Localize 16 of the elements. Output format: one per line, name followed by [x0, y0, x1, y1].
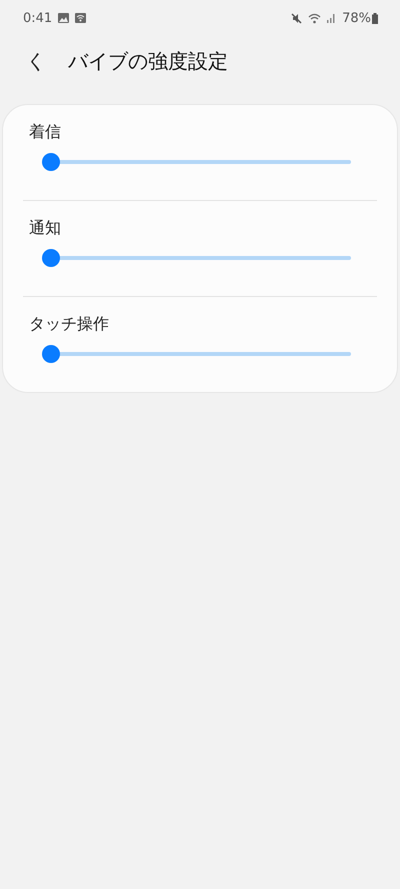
slider-thumb[interactable] [42, 345, 60, 363]
slider-label: タッチ操作 [29, 314, 109, 335]
wifi-icon [308, 12, 322, 24]
slider-label: 着信 [29, 122, 61, 143]
image-icon [58, 13, 70, 23]
back-button[interactable]: く [22, 48, 50, 74]
mute-icon [291, 12, 302, 24]
slider-thumb[interactable] [42, 153, 60, 171]
slider-thumb[interactable] [42, 249, 60, 267]
wifi-icon [75, 13, 86, 23]
slider-label: 通知 [29, 218, 61, 239]
signal-icon [327, 13, 336, 23]
battery-icon [372, 12, 378, 24]
status-time: 0:41 [23, 10, 52, 26]
page-title: バイブの強度設定 [68, 48, 228, 74]
battery-percent: 78% [342, 10, 371, 26]
